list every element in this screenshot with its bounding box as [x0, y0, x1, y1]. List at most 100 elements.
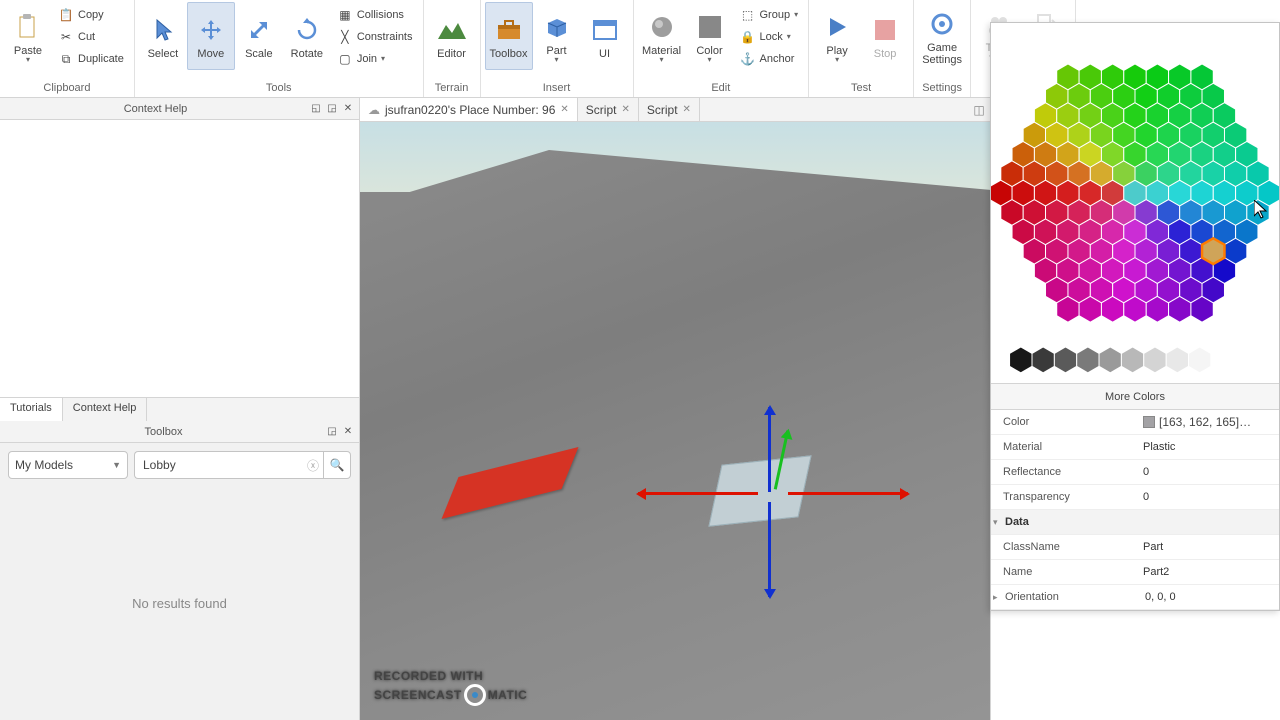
collisions-icon: ▦ — [337, 7, 353, 23]
color-button[interactable]: Color ▾ — [686, 2, 734, 70]
left-dock-tabs: Tutorials Context Help — [0, 397, 359, 421]
tab-tutorials[interactable]: Tutorials — [0, 398, 63, 421]
terrain-editor-button[interactable]: Editor — [428, 2, 476, 70]
part-selected[interactable] — [708, 455, 811, 526]
toolbox-search-input[interactable] — [134, 451, 325, 479]
paste-icon — [14, 13, 42, 41]
maximize-icon[interactable]: ◲ — [325, 425, 339, 439]
move-icon — [197, 16, 225, 44]
prop-reflectance[interactable]: Reflectance 0 — [991, 460, 1279, 485]
context-help-header: Context Help ◱ ◲ ✕ — [0, 98, 359, 120]
prop-classname[interactable]: ClassName Part — [991, 535, 1279, 560]
center-area: ☁ jsufran0220's Place Number: 96 ✕ Scrip… — [360, 98, 990, 720]
gear-icon — [928, 10, 956, 38]
hex-color-grid[interactable] — [991, 23, 1279, 383]
copy-icon: 📋 — [58, 7, 74, 23]
group-icon: ⬚ — [740, 7, 756, 23]
more-colors-button[interactable]: More Colors — [991, 383, 1279, 409]
prop-material[interactable]: Material Plastic — [991, 435, 1279, 460]
toolbox-header: Toolbox ◲ ✕ — [0, 421, 359, 443]
material-button[interactable]: Material ▾ — [638, 2, 686, 70]
prop-color[interactable]: Color [163, 162, 165]… — [991, 410, 1279, 435]
duplicate-button[interactable]: ⧉Duplicate — [52, 48, 130, 70]
close-icon[interactable]: ✕ — [560, 104, 568, 115]
anchor-button[interactable]: ⚓Anchor — [734, 48, 805, 70]
dropdown-caret-icon: ▾ — [787, 32, 791, 41]
viewport-baseplate — [360, 150, 990, 720]
lock-icon: 🔒 — [740, 29, 756, 45]
constraints-toggle[interactable]: ╳Constraints — [331, 26, 419, 48]
chevron-down-icon: ▼ — [112, 460, 121, 470]
close-icon[interactable]: ✕ — [341, 425, 355, 439]
move-button[interactable]: Move — [187, 2, 235, 70]
play-button[interactable]: Play ▾ — [813, 2, 861, 70]
tab-script-2[interactable]: Script ✕ — [639, 98, 700, 121]
duplicate-icon: ⧉ — [58, 51, 74, 67]
color-icon — [696, 13, 724, 41]
rotate-button[interactable]: Rotate — [283, 2, 331, 70]
ribbon-group-test: Play ▾ Stop Test — [809, 0, 914, 97]
close-icon[interactable]: ✕ — [683, 104, 691, 115]
join-icon: ▢ — [337, 51, 353, 67]
right-dock: Explorer ◲ ✕ More Colors Color [163, 162… — [990, 98, 1280, 720]
search-icon[interactable]: 🔍 — [323, 451, 351, 479]
dropdown-caret-icon: ▾ — [554, 55, 558, 64]
tab-script-1[interactable]: Script ✕ — [578, 98, 639, 121]
prop-name[interactable]: Name Part2 — [991, 560, 1279, 585]
tab-place[interactable]: ☁ jsufran0220's Place Number: 96 ✕ — [360, 98, 578, 121]
paste-button[interactable]: Paste ▾ — [4, 2, 52, 70]
cut-button[interactable]: ✂Cut — [52, 26, 130, 48]
cloud-icon: ☁ — [368, 103, 380, 117]
prop-transparency[interactable]: Transparency 0 — [991, 485, 1279, 510]
viewport-3d[interactable]: RECORDED WITH SCREENCASTMATIC — [360, 122, 990, 720]
document-tabs: ☁ jsufran0220's Place Number: 96 ✕ Scrip… — [360, 98, 990, 122]
prop-section-data[interactable]: ▾ Data — [991, 510, 1279, 535]
dropdown-caret-icon: ▾ — [381, 54, 385, 63]
lock-button[interactable]: 🔒Lock▾ — [734, 26, 805, 48]
left-dock: Context Help ◱ ◲ ✕ Tutorials Context Hel… — [0, 98, 360, 720]
stop-icon — [871, 16, 899, 44]
dropdown-caret-icon: ▾ — [794, 10, 798, 19]
copy-button[interactable]: 📋Copy — [52, 4, 130, 26]
ribbon-group-settings: Game Settings Settings — [914, 0, 971, 97]
scale-button[interactable]: Scale — [235, 2, 283, 70]
tab-context-help[interactable]: Context Help — [63, 398, 148, 421]
terrain-icon — [438, 16, 466, 44]
layout-icon[interactable]: ◫ — [968, 98, 990, 121]
game-settings-button[interactable]: Game Settings — [918, 2, 966, 70]
stop-button[interactable]: Stop — [861, 2, 909, 70]
maximize-icon[interactable]: ◲ — [325, 102, 339, 116]
select-button[interactable]: Select — [139, 2, 187, 70]
collisions-toggle[interactable]: ▦Collisions — [331, 4, 419, 26]
color-picker-panel: More Colors Color [163, 162, 165]… Mater… — [990, 22, 1280, 611]
part-button[interactable]: Part ▾ — [533, 2, 581, 70]
constraints-icon: ╳ — [337, 29, 353, 45]
toolbox-category-select[interactable]: My Models ▼ — [8, 451, 128, 479]
rotate-icon — [293, 16, 321, 44]
close-icon[interactable]: ✕ — [621, 104, 629, 115]
color-swatch — [1143, 416, 1155, 428]
join-dropdown[interactable]: ▢Join▾ — [331, 48, 419, 70]
ring-icon — [464, 684, 486, 706]
ui-button[interactable]: UI — [581, 2, 629, 70]
dropdown-caret-icon: ▾ — [835, 55, 839, 64]
scale-icon — [245, 16, 273, 44]
toolbox-panel: My Models ▼ ⓧ 🔍 No results found — [0, 443, 359, 720]
close-icon[interactable]: ✕ — [341, 102, 355, 116]
dropdown-caret-icon: ▾ — [26, 55, 30, 64]
undock-icon[interactable]: ◱ — [309, 102, 323, 116]
anchor-icon: ⚓ — [740, 51, 756, 67]
toolbox-button[interactable]: Toolbox — [485, 2, 533, 70]
clear-icon[interactable]: ⓧ — [303, 451, 323, 479]
play-icon — [823, 13, 851, 41]
group-button[interactable]: ⬚Group▾ — [734, 4, 805, 26]
cursor-icon — [149, 16, 177, 44]
dropdown-caret-icon: ▾ — [707, 55, 711, 64]
ribbon-group-insert: Toolbox Part ▾ UI Insert — [481, 0, 634, 97]
toolbox-icon — [495, 16, 523, 44]
ui-icon — [591, 16, 619, 44]
chevron-right-icon: ▸ — [993, 592, 1003, 603]
prop-orientation[interactable]: ▸ Orientation 0, 0, 0 — [991, 585, 1279, 610]
properties-panel: Color [163, 162, 165]… Material Plastic … — [991, 409, 1279, 610]
part-icon — [543, 13, 571, 41]
